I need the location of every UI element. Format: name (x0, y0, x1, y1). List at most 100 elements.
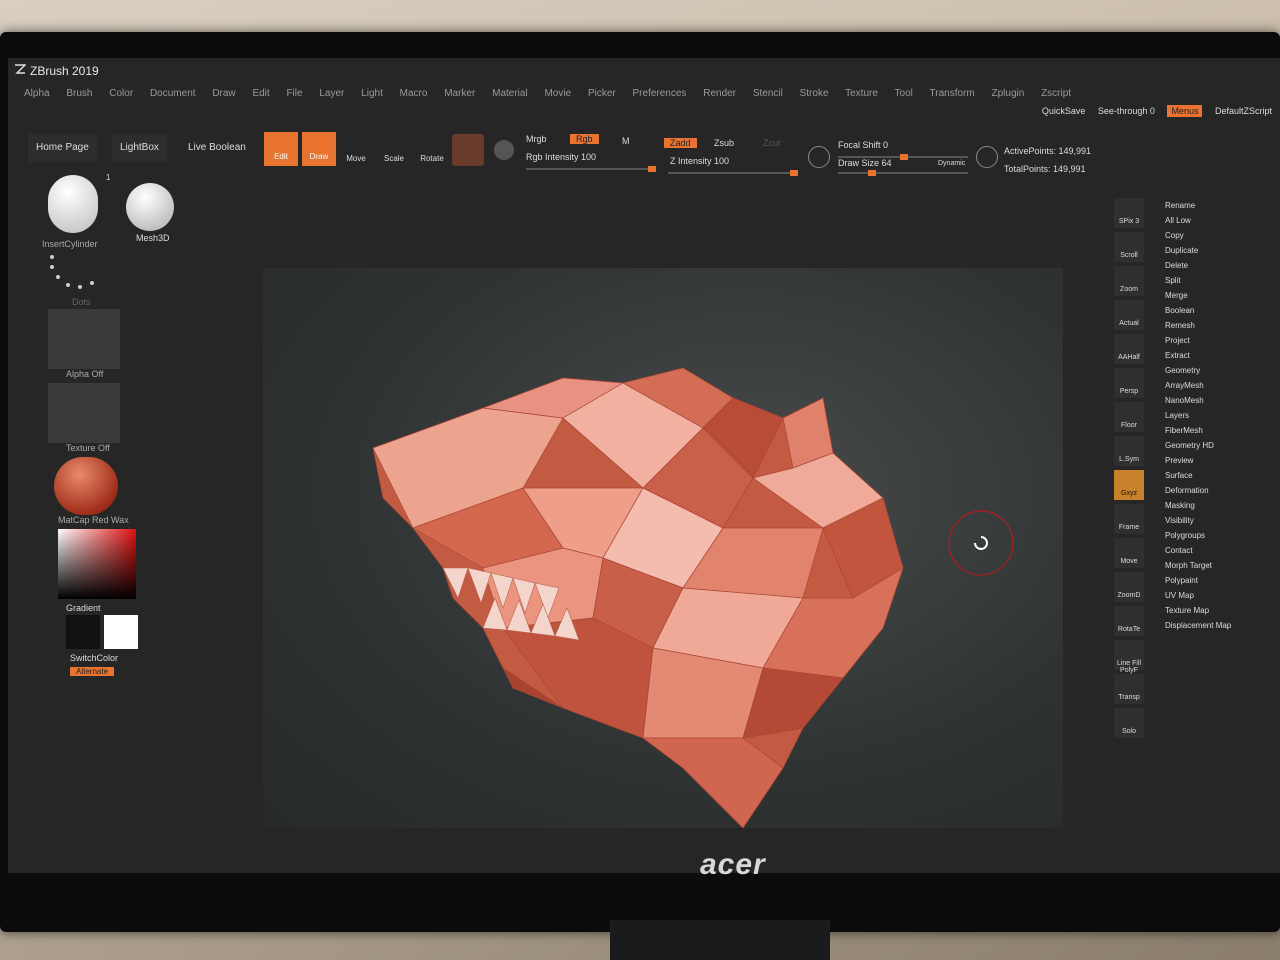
live-boolean-button[interactable]: Live Boolean (180, 134, 254, 162)
masking-menu[interactable]: Masking (1165, 498, 1231, 513)
nanomesh-menu[interactable]: NanoMesh (1165, 393, 1231, 408)
menu-texture[interactable]: Texture (845, 88, 878, 99)
spix-button[interactable]: SPix 3 (1114, 198, 1144, 228)
actual-button[interactable]: Actual (1114, 300, 1144, 330)
menu-zplugin[interactable]: Zplugin (991, 88, 1024, 99)
menu-tool[interactable]: Tool (895, 88, 913, 99)
zadd-button[interactable]: Zadd (664, 138, 697, 148)
draw-mode-button[interactable]: Draw (302, 132, 336, 166)
polygroups-menu[interactable]: Polygroups (1165, 528, 1231, 543)
zcut-button[interactable]: Zcut (763, 138, 781, 148)
contact-menu[interactable]: Contact (1165, 543, 1231, 558)
menu-light[interactable]: Light (361, 88, 383, 99)
home-page-button[interactable]: Home Page (28, 134, 97, 162)
uv-map-menu[interactable]: UV Map (1165, 588, 1231, 603)
solo-button[interactable]: Solo (1114, 708, 1144, 738)
persp-button[interactable]: Persp (1114, 368, 1144, 398)
polyframe-button[interactable]: Line Fill PolyF (1114, 640, 1144, 674)
color-picker[interactable] (58, 529, 136, 599)
menu-edit[interactable]: Edit (252, 88, 269, 99)
alpha-thumb[interactable] (48, 309, 120, 369)
project-menu[interactable]: Project (1165, 333, 1231, 348)
edit-mode-button[interactable]: Edit (264, 132, 298, 166)
menu-transform[interactable]: Transform (930, 88, 975, 99)
remesh-menu[interactable]: Remesh (1165, 318, 1231, 333)
layers-menu[interactable]: Layers (1165, 408, 1231, 423)
menu-zscript[interactable]: Zscript (1041, 88, 1071, 99)
menu-preferences[interactable]: Preferences (633, 88, 687, 99)
insert-cylinder-thumb[interactable]: 1 (40, 173, 110, 235)
matcap-thumb[interactable] (54, 457, 118, 515)
menu-movie[interactable]: Movie (544, 88, 571, 99)
zoom-button[interactable]: Zoom (1114, 266, 1144, 296)
aahalf-button[interactable]: AAHalf (1114, 334, 1144, 364)
rename-button[interactable]: Rename (1165, 198, 1231, 213)
draw-size-slider[interactable] (838, 170, 968, 176)
main-color-swatch[interactable] (104, 615, 138, 649)
lsym-button[interactable]: L.Sym (1114, 436, 1144, 466)
fibermesh-menu[interactable]: FiberMesh (1165, 423, 1231, 438)
transp-button[interactable]: Transp (1114, 674, 1144, 704)
mesh3d-thumb[interactable] (126, 183, 174, 231)
mrgb-button[interactable]: Mrgb (526, 134, 547, 144)
rgb-button[interactable]: Rgb (570, 134, 599, 144)
displacement-map-menu[interactable]: Displacement Map (1165, 618, 1231, 633)
gxyz-button[interactable]: Gxyz (1114, 470, 1144, 500)
copy-button[interactable]: Copy (1165, 228, 1231, 243)
backface-mask-icon[interactable] (976, 146, 998, 168)
menus-toggle[interactable]: Menus (1167, 105, 1203, 117)
split-menu[interactable]: Split (1165, 273, 1231, 288)
morph-target-menu[interactable]: Morph Target (1165, 558, 1231, 573)
menu-picker[interactable]: Picker (588, 88, 616, 99)
dots-stroke-icon[interactable] (46, 253, 106, 303)
menu-layer[interactable]: Layer (319, 88, 344, 99)
stroke-type-icon[interactable] (494, 140, 514, 160)
z-intensity-slider[interactable] (668, 170, 798, 176)
floor-button[interactable]: Floor (1114, 402, 1144, 432)
menu-marker[interactable]: Marker (444, 88, 475, 99)
geometry-hd-menu[interactable]: Geometry HD (1165, 438, 1231, 453)
deformation-menu[interactable]: Deformation (1165, 483, 1231, 498)
merge-menu[interactable]: Merge (1165, 288, 1231, 303)
rgb-intensity-slider[interactable] (526, 166, 656, 172)
duplicate-button[interactable]: Duplicate (1165, 243, 1231, 258)
menu-color[interactable]: Color (109, 88, 133, 99)
switch-color-button[interactable]: SwitchColor (70, 653, 118, 663)
move-view-button[interactable]: Move (1114, 538, 1144, 568)
geometry-menu[interactable]: Geometry (1165, 363, 1231, 378)
quicksave-button[interactable]: QuickSave (1042, 106, 1086, 116)
default-zscript-button[interactable]: DefaultZScript (1215, 106, 1272, 116)
dynamic-toggle[interactable]: Dynamic (938, 160, 965, 167)
secondary-color-swatch[interactable] (66, 615, 100, 649)
rotate-view-button[interactable]: RotaTe (1114, 606, 1144, 636)
preview-menu[interactable]: Preview (1165, 453, 1231, 468)
texture-thumb[interactable] (48, 383, 120, 443)
scale-mode-button[interactable]: Scale (380, 136, 408, 164)
extract-menu[interactable]: Extract (1165, 348, 1231, 363)
texture-map-menu[interactable]: Texture Map (1165, 603, 1231, 618)
seethrough-slider[interactable]: See-through 0 (1098, 106, 1155, 116)
menu-brush[interactable]: Brush (66, 88, 92, 99)
menu-material[interactable]: Material (492, 88, 528, 99)
polypaint-menu[interactable]: Polypaint (1165, 573, 1231, 588)
zoom-d-button[interactable]: ZoomD (1114, 572, 1144, 602)
arraymesh-menu[interactable]: ArrayMesh (1165, 378, 1231, 393)
boolean-menu[interactable]: Boolean (1165, 303, 1231, 318)
zsub-button[interactable]: Zsub (714, 138, 734, 148)
menu-file[interactable]: File (286, 88, 302, 99)
lightbox-button[interactable]: LightBox (112, 134, 167, 162)
menu-render[interactable]: Render (703, 88, 736, 99)
menu-draw[interactable]: Draw (212, 88, 235, 99)
menu-document[interactable]: Document (150, 88, 196, 99)
delete-button[interactable]: Delete (1165, 258, 1231, 273)
rotate-mode-button[interactable]: Rotate (418, 136, 446, 164)
surface-menu[interactable]: Surface (1165, 468, 1231, 483)
move-mode-button[interactable]: Move (342, 136, 370, 164)
alternate-button[interactable]: Alternate (70, 667, 115, 676)
menu-stroke[interactable]: Stroke (800, 88, 829, 99)
menu-stencil[interactable]: Stencil (753, 88, 783, 99)
menu-alpha[interactable]: Alpha (24, 88, 50, 99)
visibility-menu[interactable]: Visibility (1165, 513, 1231, 528)
frame-button[interactable]: Frame (1114, 504, 1144, 534)
scroll-button[interactable]: Scroll (1114, 232, 1144, 262)
